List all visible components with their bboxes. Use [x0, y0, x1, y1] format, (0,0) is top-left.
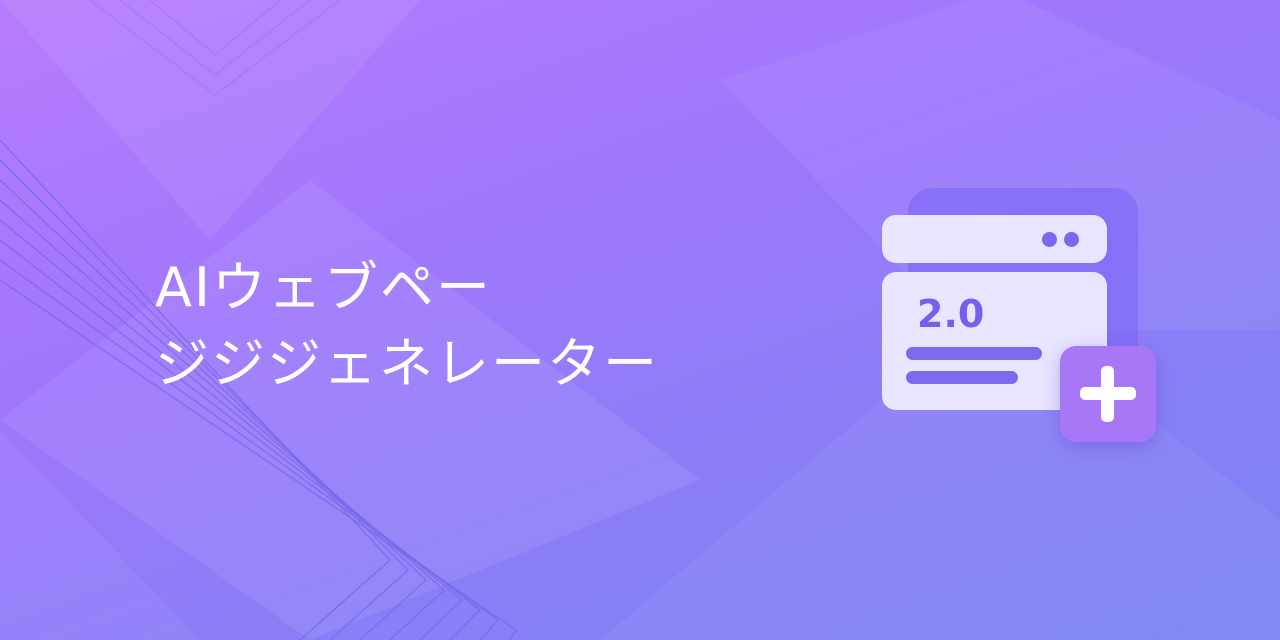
title-line-1: AIウェブペー [155, 256, 492, 319]
browser-illustration: 2.0 [870, 180, 1170, 450]
browser-window-icon [882, 215, 1107, 263]
title-line-2: ジジジェネレーター [155, 332, 659, 395]
text-line-placeholder [906, 347, 1042, 360]
text-line-placeholder [906, 371, 1018, 384]
version-label: 2.0 [917, 292, 985, 336]
window-dot [1064, 232, 1079, 247]
hero-banner: AIウェブペー ジジジェネレーター 2.0 [0, 0, 1280, 640]
window-dot [1042, 232, 1057, 247]
plus-icon [1060, 346, 1156, 442]
page-title: AIウェブペー ジジジェネレーター [155, 250, 659, 402]
